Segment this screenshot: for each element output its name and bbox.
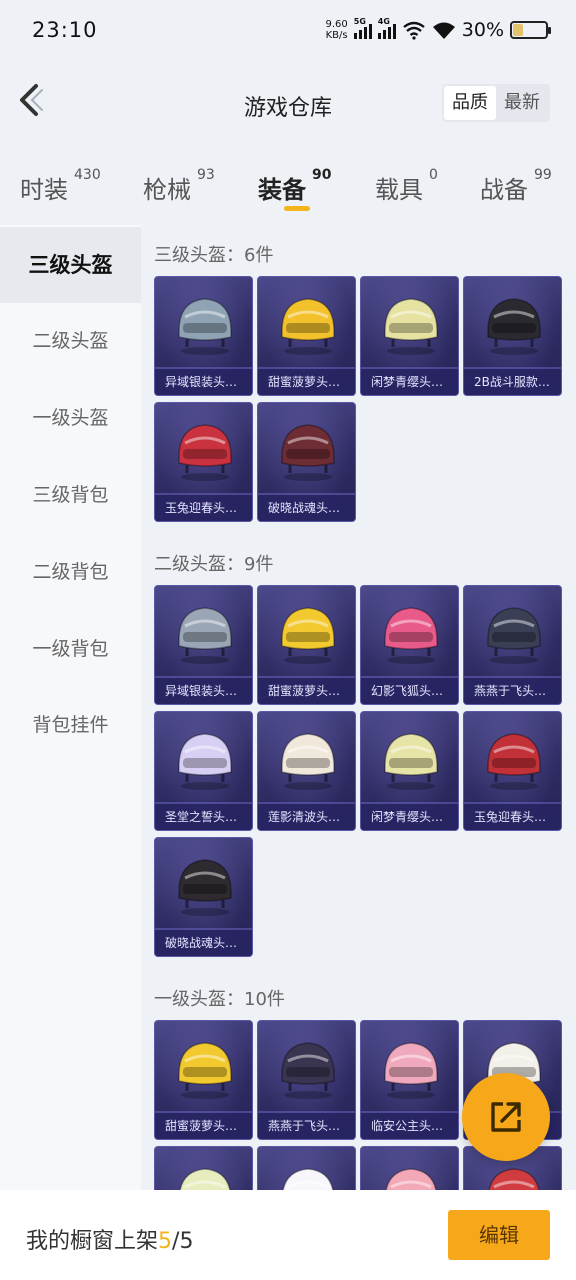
- item-name: 莲影清波头…: [258, 804, 355, 830]
- item-card[interactable]: 异域银装头…: [154, 276, 253, 396]
- tab-guns[interactable]: 枪械93: [143, 167, 215, 205]
- item-name: 玉兔迎春头…: [464, 804, 561, 830]
- item-name: 闲梦青缨头…: [361, 369, 458, 395]
- item-card[interactable]: 甜蜜菠萝头…: [257, 585, 356, 705]
- item-name: 甜蜜菠萝头…: [258, 678, 355, 704]
- item-card[interactable]: 甜蜜菠萝头…: [154, 1020, 253, 1140]
- item-name: 2B战斗服款…: [464, 369, 561, 395]
- helmet-icon: [281, 1042, 335, 1099]
- helmet-icon: [384, 1042, 438, 1099]
- item-name: 燕燕于飞头…: [258, 1113, 355, 1139]
- item-name: 圣堂之誓头…: [155, 804, 252, 830]
- item-card[interactable]: 幻影飞狐头…: [360, 585, 459, 705]
- item-card[interactable]: [257, 1146, 356, 1190]
- item-card[interactable]: 闲梦青缨头…: [360, 276, 459, 396]
- helmet-icon: [178, 298, 232, 355]
- helmet-icon: [384, 733, 438, 790]
- signal-5g-icon: 5G: [353, 17, 372, 39]
- item-name: 破晓战魂头…: [155, 930, 252, 956]
- battery-icon: [510, 21, 551, 39]
- item-card[interactable]: [154, 1146, 253, 1190]
- tab-vehicles[interactable]: 载具0: [375, 167, 438, 205]
- item-grid: 三级头盔：6件 异域银装头… 甜蜜菠萝头… 闲梦青缨头… 2B战斗服款… 玉兔迎春头… 破晓…: [141, 225, 576, 1190]
- helmet-icon: [282, 1168, 334, 1190]
- section-title: 一级头盔：10件: [154, 989, 285, 1010]
- item-card[interactable]: 闲梦青缨头…: [360, 711, 459, 831]
- section-title: 三级头盔：6件: [154, 245, 274, 266]
- net-speed: 9.60 KB/s: [325, 19, 348, 41]
- item-name: 甜蜜菠萝头…: [258, 369, 355, 395]
- helmet-icon: [487, 607, 541, 664]
- tab-supplies[interactable]: 战备99: [480, 167, 552, 205]
- helmet-icon: [488, 1168, 540, 1190]
- status-bar: 23:10 9.60 KB/s 5G 4G 30%: [0, 0, 576, 60]
- helmet-icon: [281, 298, 335, 355]
- helmet-icon: [487, 733, 541, 790]
- item-card[interactable]: 圣堂之誓头…: [154, 711, 253, 831]
- category-tabs: 时装430 枪械93 装备90 载具0 战备99: [0, 150, 576, 225]
- showcase-count: 我的橱窗上架5/5: [26, 1229, 194, 1254]
- sidebar: 三级头盔 二级头盔 一级头盔 三级背包 二级背包 一级背包 背包挂件: [0, 225, 141, 1280]
- active-tab-indicator: [284, 206, 310, 211]
- helmet-icon: [384, 607, 438, 664]
- item-name: 幻影飞狐头…: [361, 678, 458, 704]
- signal-4g-icon: 4G: [377, 17, 396, 39]
- status-indicators: 9.60 KB/s 5G 4G 30%: [325, 16, 551, 44]
- item-name: 闲梦青缨头…: [361, 804, 458, 830]
- item-name: 临安公主头…: [361, 1113, 458, 1139]
- item-card[interactable]: 玉兔迎春头…: [463, 711, 562, 831]
- helmet-icon: [178, 424, 232, 481]
- sidebar-item-lv2-helmet[interactable]: 二级头盔: [0, 303, 141, 379]
- battery-percent: 30%: [461, 19, 504, 41]
- item-name: 燕燕于飞头…: [464, 678, 561, 704]
- item-name: 异域银装头…: [155, 369, 252, 395]
- helmet-icon: [281, 424, 335, 481]
- sidebar-item-lv3-helmet[interactable]: 三级头盔: [0, 227, 141, 303]
- helmet-icon: [281, 607, 335, 664]
- item-name: 甜蜜菠萝头…: [155, 1113, 252, 1139]
- helmet-icon: [281, 733, 335, 790]
- helmet-icon: [385, 1168, 437, 1190]
- item-card[interactable]: 燕燕于飞头…: [463, 585, 562, 705]
- sidebar-item-lv3-backpack[interactable]: 三级背包: [0, 457, 141, 533]
- sidebar-item-lv2-backpack[interactable]: 二级背包: [0, 534, 141, 610]
- helmet-icon: [178, 733, 232, 790]
- item-name: 异域银装头…: [155, 678, 252, 704]
- bottom-bar: 我的橱窗上架5/5 编辑: [0, 1190, 576, 1280]
- hotspot-icon: [403, 21, 425, 40]
- edit-button[interactable]: 编辑: [448, 1210, 550, 1260]
- sort-latest-button[interactable]: 最新: [496, 86, 548, 120]
- sort-quality-button[interactable]: 品质: [444, 86, 496, 120]
- item-name: 玉兔迎春头…: [155, 495, 252, 521]
- share-button[interactable]: [462, 1073, 550, 1161]
- header: 游戏仓库 品质 最新: [0, 60, 576, 150]
- helmet-icon: [179, 1168, 231, 1190]
- sidebar-item-backpack-charm[interactable]: 背包挂件: [0, 687, 141, 763]
- item-card[interactable]: 莲影清波头…: [257, 711, 356, 831]
- helmet-icon: [384, 298, 438, 355]
- helmet-icon: [178, 607, 232, 664]
- helmet-icon: [178, 1042, 232, 1099]
- item-card[interactable]: 异域银装头…: [154, 585, 253, 705]
- sidebar-item-lv1-backpack[interactable]: 一级背包: [0, 611, 141, 687]
- item-card[interactable]: 临安公主头…: [360, 1020, 459, 1140]
- section-title: 二级头盔：9件: [154, 554, 274, 575]
- tab-fashion[interactable]: 时装430: [20, 167, 101, 205]
- helmet-icon: [178, 859, 232, 916]
- tab-equipment[interactable]: 装备90: [258, 167, 331, 205]
- sort-toggle: 品质 最新: [442, 84, 550, 122]
- wifi-icon: [432, 22, 455, 39]
- item-name: 破晓战魂头…: [258, 495, 355, 521]
- item-card[interactable]: 2B战斗服款…: [463, 276, 562, 396]
- item-card[interactable]: 玉兔迎春头…: [154, 402, 253, 522]
- item-card[interactable]: 破晓战魂头…: [154, 837, 253, 957]
- helmet-icon: [487, 298, 541, 355]
- item-card[interactable]: 甜蜜菠萝头…: [257, 276, 356, 396]
- share-icon: [491, 1102, 521, 1132]
- sidebar-item-lv1-helmet[interactable]: 一级头盔: [0, 380, 141, 456]
- item-card[interactable]: [360, 1146, 459, 1190]
- status-time: 23:10: [32, 18, 98, 42]
- item-card[interactable]: 燕燕于飞头…: [257, 1020, 356, 1140]
- item-card[interactable]: 破晓战魂头…: [257, 402, 356, 522]
